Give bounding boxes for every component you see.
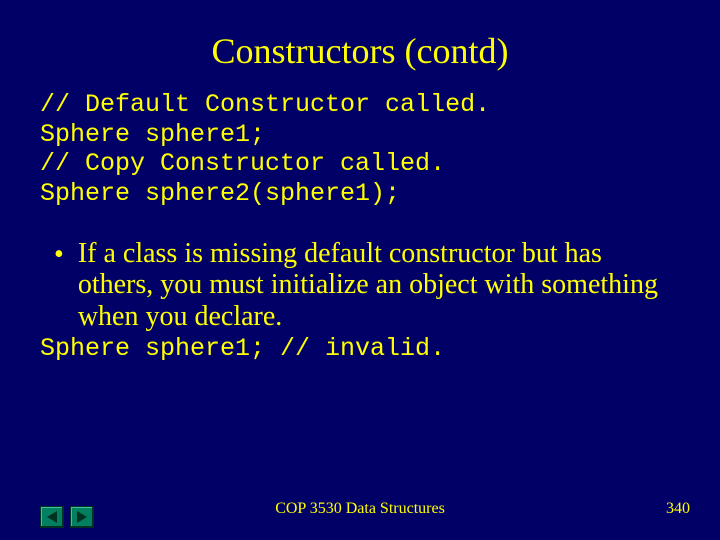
code-block-invalid: Sphere sphere1; // invalid. <box>40 334 680 363</box>
code-block-constructors: // Default Constructor called. Sphere sp… <box>40 90 680 208</box>
nav-controls <box>40 506 94 528</box>
prev-button[interactable] <box>40 506 64 528</box>
footer-course: COP 3530 Data Structures <box>0 500 720 518</box>
bullet-marker: • <box>54 240 64 271</box>
chevron-right-icon <box>77 511 87 523</box>
page-number: 340 <box>666 500 690 518</box>
next-button[interactable] <box>70 506 94 528</box>
footer: COP 3530 Data Structures 340 <box>0 500 720 524</box>
bullet-text: If a class is missing default constructo… <box>78 238 680 332</box>
slide-title: Constructors (contd) <box>40 30 680 72</box>
chevron-left-icon <box>47 511 57 523</box>
slide: Constructors (contd) // Default Construc… <box>0 0 720 540</box>
bullet-item: • If a class is missing default construc… <box>40 238 680 332</box>
